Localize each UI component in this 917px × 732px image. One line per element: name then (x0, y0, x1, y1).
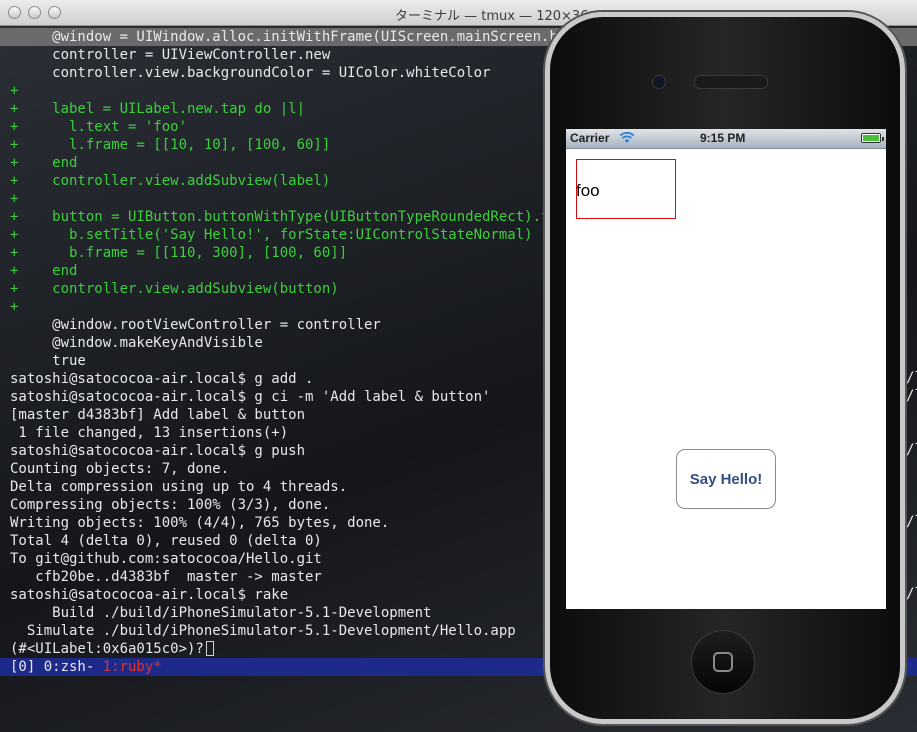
terminal-line-text: true (10, 353, 86, 369)
terminal-line-text: @window.makeKeyAndVisible (10, 335, 263, 351)
terminal-line-text: Build ./build/iPhoneSimulator-5.1-Develo… (10, 605, 432, 621)
battery-icon (861, 133, 884, 143)
status-time: 9:15 PM (700, 131, 746, 145)
terminal-line-text: [master d4383bf] Add label & button (10, 407, 306, 423)
terminal-right-fragment: /l (906, 388, 917, 404)
say-hello-button[interactable]: Say Hello! (676, 449, 776, 509)
terminal-line-text: + end (10, 155, 78, 171)
terminal-line-text: + controller.view.addSubview(label) (10, 173, 331, 189)
terminal-line-text: + (10, 191, 19, 207)
terminal-line-text: + end (10, 263, 78, 279)
terminal-line-text: satoshi@satococoa-air.local$ rake (10, 587, 289, 603)
ios-status-bar: Carrier 9:15 PM (566, 129, 886, 149)
close-window-button[interactable] (8, 6, 21, 19)
zoom-window-button[interactable] (48, 6, 61, 19)
terminal-line-text: satoshi@satococoa-air.local$ g add . (10, 371, 314, 387)
terminal-line-text: + b.frame = [[110, 300], [100, 60]] (10, 245, 348, 261)
terminal-line-text: Delta compression using up to 4 threads. (10, 479, 348, 495)
home-square-icon (713, 652, 733, 672)
terminal-line-text: @window.rootViewController = controller (10, 317, 381, 333)
terminal-line-text: @window = UIWindow.alloc.initWithFrame(U… (10, 29, 584, 45)
terminal-line-text: Writing objects: 100% (4/4), 765 bytes, … (10, 515, 390, 531)
terminal-line-text: Counting objects: 7, done. (10, 461, 230, 477)
terminal-line-text: + b.setTitle('Say Hello!', forState:UICo… (10, 227, 533, 243)
terminal-line-text: Simulate ./build/iPhoneSimulator-5.1-Dev… (10, 623, 516, 639)
terminal-line-text: 1 file changed, 13 insertions(+) (10, 425, 289, 441)
terminal-right-fragment: /l (906, 586, 917, 602)
terminal-line-text: + controller.view.addSubview(button) (10, 281, 339, 297)
terminal-right-fragment: /l (906, 370, 917, 386)
terminal-line-text: To git@github.com:satococoa/Hello.git (10, 551, 322, 567)
terminal-line-text: + (10, 83, 19, 99)
minimize-window-button[interactable] (28, 6, 41, 19)
window-title: ターミナル — tmux — 120×36 (395, 9, 589, 24)
terminal-line-text: controller = UIViewController.new (10, 47, 331, 63)
camera-icon (652, 75, 666, 89)
foo-label: foo (576, 181, 600, 200)
terminal-right-fragment: /l (906, 442, 917, 458)
terminal-line-text: + (10, 299, 19, 315)
terminal-right-fragment: /l (906, 514, 917, 530)
terminal-line-text: + l.text = 'foo' (10, 119, 188, 135)
wifi-icon (619, 131, 635, 147)
tmux-window-list[interactable]: [0] 0:zsh- (10, 659, 103, 675)
terminal-line-text: + label = UILabel.new.tap do |l| (10, 101, 306, 117)
simulator-screen[interactable]: Carrier 9:15 PM foo Say Hello! (566, 129, 886, 609)
carrier-name: Carrier (570, 131, 610, 145)
terminal-line-text: satoshi@satococoa-air.local$ g push (10, 443, 306, 459)
terminal-line-text: (#<UILabel:0x6a015c0>)? (10, 641, 204, 657)
terminal-line-text: + button = UIButton.buttonWithType(UIBut… (10, 209, 567, 225)
terminal-line-text: + l.frame = [[10, 10], [100, 60]] (10, 137, 331, 153)
home-button[interactable] (691, 630, 755, 694)
terminal-line-text: satoshi@satococoa-air.local$ g ci -m 'Ad… (10, 389, 491, 405)
terminal-line-text: controller.view.backgroundColor = UIColo… (10, 65, 491, 81)
speaker-grille (694, 75, 768, 89)
terminal-line-text: cfb20be..d4383bf master -> master (10, 569, 322, 585)
tmux-active-window[interactable]: 1:ruby* (103, 659, 162, 675)
terminal-cursor[interactable] (205, 641, 214, 656)
terminal-line-text: Compressing objects: 100% (3/3), done. (10, 497, 331, 513)
terminal-line-text: Total 4 (delta 0), reused 0 (delta 0) (10, 533, 322, 549)
